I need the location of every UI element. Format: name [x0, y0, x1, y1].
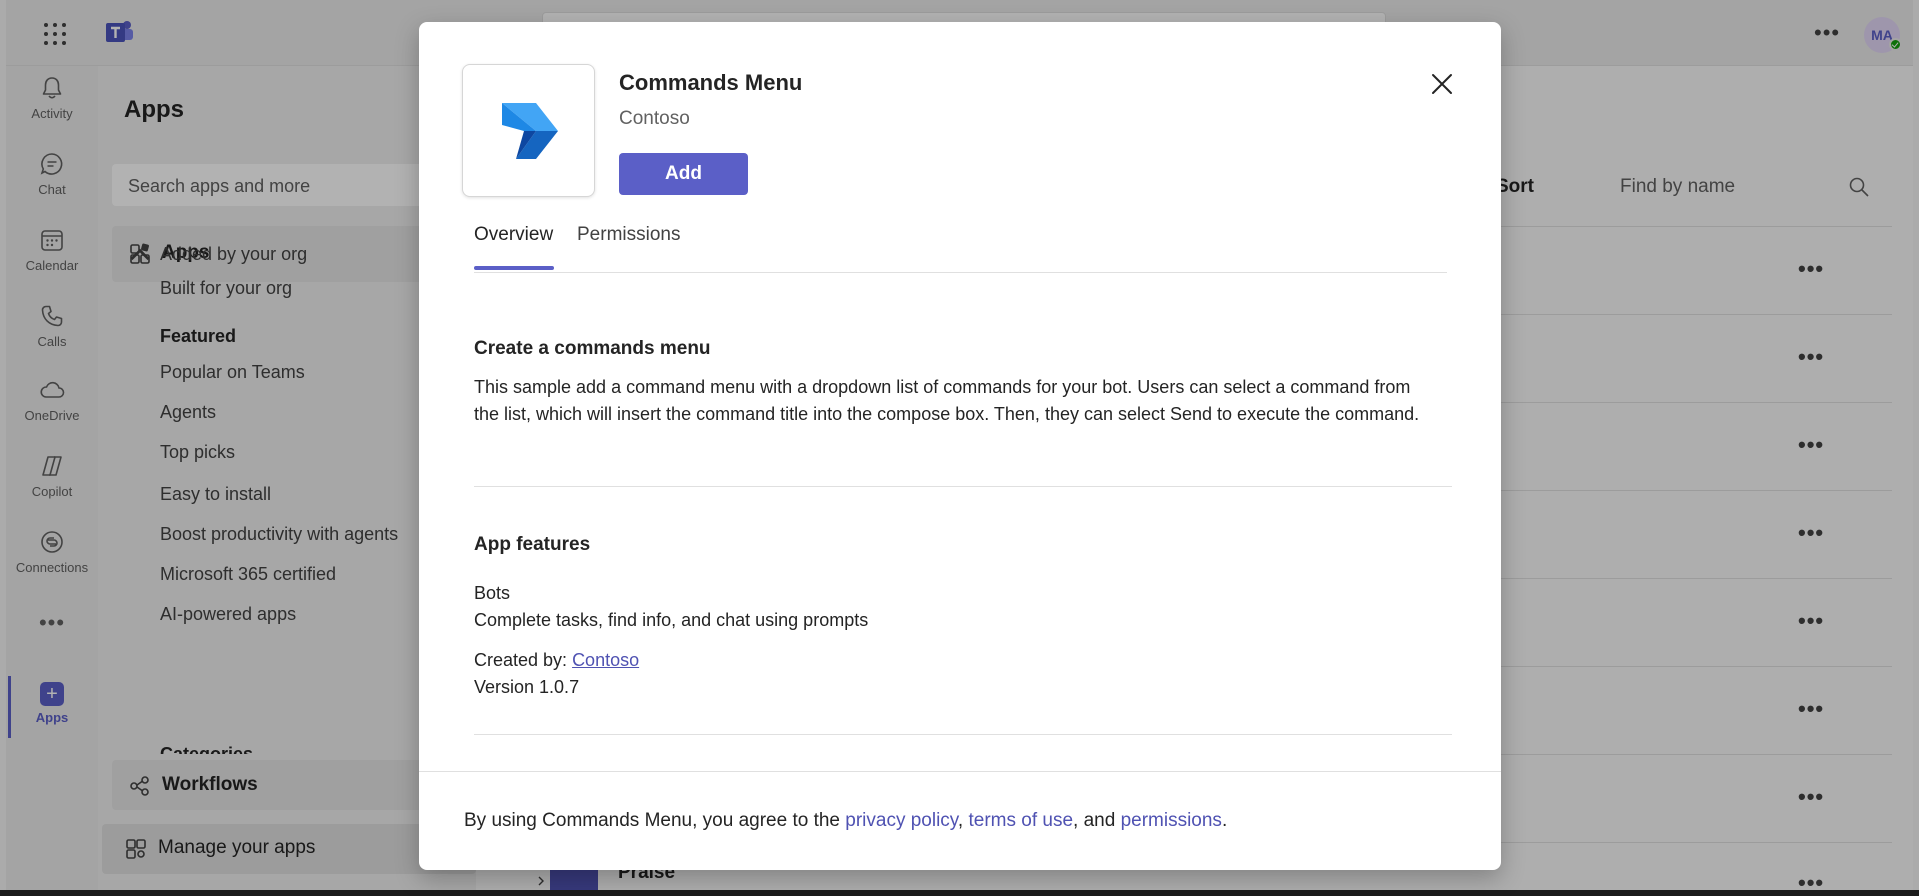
app-features-title: App features	[474, 534, 591, 555]
app-version: Version 1.0.7	[474, 677, 580, 697]
description-body: This sample add a command menu with a dr…	[474, 377, 1420, 424]
footer-period: .	[1221, 810, 1228, 831]
app-developer: Contoso	[619, 108, 690, 129]
footer-comma: ,	[957, 810, 969, 831]
app-name: Commands Menu	[619, 70, 803, 95]
footer-and: , and	[1073, 810, 1121, 831]
app-details-dialog: Commands Menu Contoso Add Overview Permi…	[419, 22, 1501, 870]
close-icon[interactable]	[1426, 68, 1458, 100]
developer-link[interactable]: Contoso	[572, 650, 639, 670]
permissions-link[interactable]: permissions	[1121, 810, 1222, 831]
description-title: Create a commands menu	[474, 338, 711, 359]
commands-menu-logo-icon	[502, 103, 558, 159]
section-divider	[474, 486, 1452, 487]
tab-permissions[interactable]: Permissions	[577, 224, 680, 246]
footer-prefix: By using Commands Menu, you agree to the	[464, 810, 846, 831]
terms-of-use-link[interactable]: terms of use	[968, 810, 1073, 831]
privacy-policy-link[interactable]: privacy policy	[845, 810, 958, 831]
active-tab-indicator	[474, 266, 554, 270]
feature-description: Complete tasks, find info, and chat usin…	[474, 610, 869, 630]
created-by: Created by: Contoso	[474, 647, 1434, 674]
dialog-scroll-area[interactable]: Create a commands menu This sample add a…	[419, 274, 1501, 794]
tab-divider	[474, 272, 1447, 273]
screen-bottom-edge	[0, 890, 1919, 896]
app-logo	[462, 64, 595, 197]
footer-divider	[419, 771, 1501, 772]
section-divider	[474, 734, 1452, 735]
created-by-prefix: Created by:	[474, 650, 573, 670]
feature-name: Bots	[474, 583, 511, 603]
add-button[interactable]: Add	[619, 153, 748, 195]
tab-overview[interactable]: Overview	[474, 224, 553, 246]
terms-footer: By using Commands Menu, you agree to the…	[464, 810, 1227, 832]
